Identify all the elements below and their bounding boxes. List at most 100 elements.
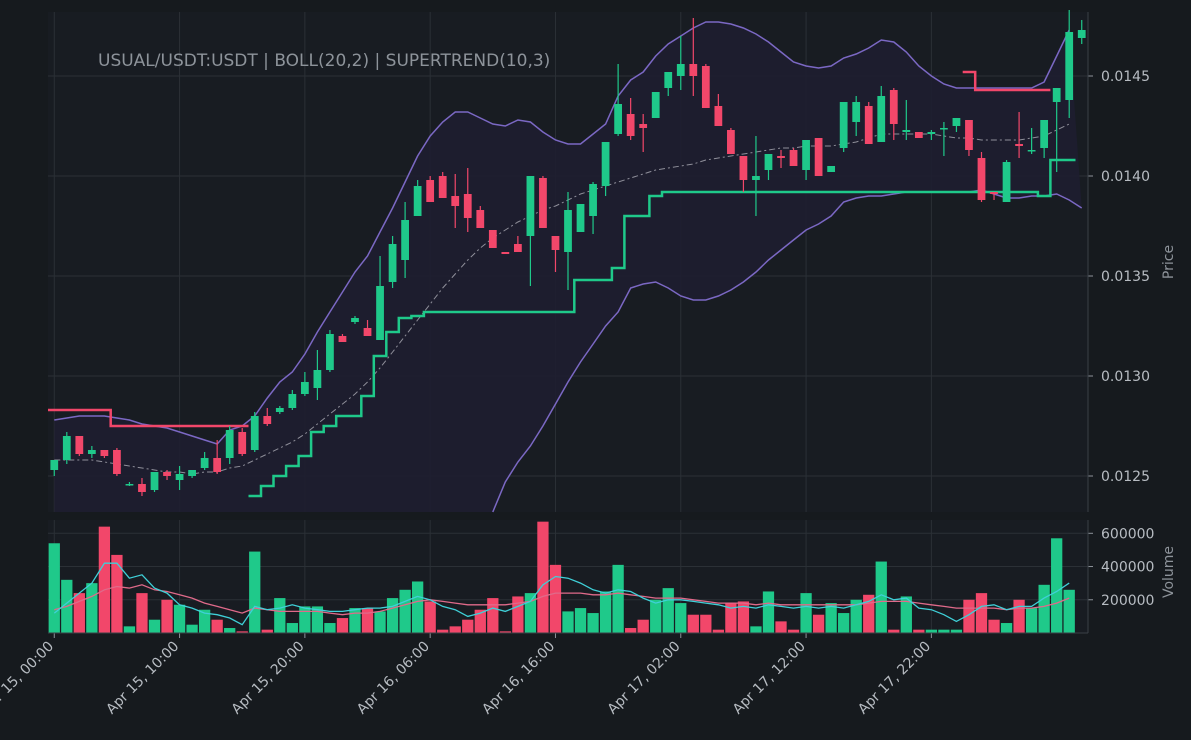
candle-body — [513, 244, 522, 252]
candle-body — [476, 210, 485, 228]
volume-bar — [574, 608, 587, 633]
candle-body — [125, 484, 134, 486]
candle-body — [927, 132, 936, 134]
volume-bar — [487, 598, 499, 633]
candle-body — [739, 156, 748, 180]
volume-bar — [675, 603, 687, 633]
volume-bar — [1063, 589, 1075, 633]
candle-body — [463, 194, 472, 218]
candle-body — [589, 184, 597, 216]
candle-body — [100, 450, 109, 456]
volume-bar — [1025, 608, 1038, 633]
candle-body — [626, 114, 635, 136]
candle-body — [977, 158, 986, 200]
candle-body — [852, 102, 861, 122]
candle-body — [50, 460, 59, 470]
candle-body — [889, 90, 898, 124]
candle-body — [564, 210, 572, 252]
volume-bar — [750, 626, 762, 633]
candle-body — [225, 430, 234, 458]
candle-body — [839, 102, 848, 148]
candle-body — [614, 104, 623, 134]
candle-body — [275, 408, 284, 412]
candle-body — [326, 334, 334, 370]
volume-bar — [424, 601, 436, 633]
volume-bar — [123, 626, 136, 633]
candle-body — [1052, 88, 1061, 102]
candle-body — [764, 154, 773, 170]
volume-tick-label: 400000 — [1101, 560, 1154, 576]
volume-bar — [186, 624, 198, 633]
volume-bar — [299, 606, 311, 633]
candle-body — [1002, 162, 1011, 202]
candle-body — [802, 140, 810, 170]
volume-bar — [1038, 584, 1050, 633]
candle-body — [401, 220, 409, 260]
candle-body — [288, 394, 297, 408]
volume-bar — [211, 619, 223, 633]
candle-body — [75, 436, 84, 454]
volume-bar — [637, 619, 649, 633]
volume-bar — [86, 583, 98, 633]
candle-body — [363, 328, 372, 336]
volume-bar — [111, 554, 123, 633]
candle-body — [87, 450, 96, 454]
volume-bar — [98, 526, 111, 633]
volume-bar — [224, 628, 236, 633]
volume-bar — [73, 593, 85, 633]
candle-body — [388, 244, 397, 282]
candle-body — [238, 432, 247, 454]
candle-body — [990, 192, 998, 194]
volume-bar — [662, 588, 674, 633]
candle-body — [864, 106, 873, 144]
candle-body — [113, 450, 121, 474]
price-tick-label: 0.0145 — [1101, 69, 1150, 85]
volume-bar — [462, 619, 474, 633]
volume-bar — [612, 564, 624, 633]
volume-bar — [349, 608, 361, 633]
volume-bar — [863, 594, 875, 633]
candle-body — [250, 416, 259, 450]
price-tick-label: 0.0130 — [1101, 369, 1150, 385]
candle-body — [676, 64, 685, 76]
volume-bar — [449, 626, 461, 633]
volume-bar — [988, 619, 1000, 633]
price-tick-label: 0.0125 — [1101, 469, 1150, 485]
volume-bar — [625, 628, 637, 633]
candle-body — [351, 318, 359, 322]
volume-bar — [1000, 623, 1013, 633]
price-tick-label: 0.0135 — [1101, 269, 1150, 285]
candle-body — [877, 96, 886, 142]
volume-tick-label: 200000 — [1101, 593, 1154, 609]
candle-body — [1077, 30, 1086, 38]
candle-body — [200, 458, 209, 468]
volume-bar — [48, 543, 60, 633]
candle-body — [601, 142, 610, 186]
candle-body — [664, 72, 673, 88]
candle-body — [338, 336, 347, 342]
volume-bar — [173, 604, 186, 633]
candle-body — [551, 236, 560, 250]
volume-bar — [412, 581, 424, 633]
candle-body — [952, 118, 961, 126]
candle-body — [188, 470, 196, 476]
volume-bar — [599, 591, 612, 633]
candle-body — [789, 150, 798, 166]
volume-bar — [524, 593, 537, 633]
candle-body — [940, 128, 948, 130]
volume-bar — [274, 598, 286, 633]
volume-bar — [1013, 599, 1025, 633]
candle-body — [714, 106, 723, 126]
chart-root: 0.0125 0.0130 0.0135 0.0140 0.0145 200000 4000… — [0, 0, 1191, 740]
candle-body — [1027, 150, 1036, 152]
volume-bar — [650, 599, 662, 633]
volume-bar — [1051, 538, 1063, 633]
candle-body — [263, 416, 272, 424]
candle-body — [827, 166, 836, 172]
candle-body — [689, 64, 698, 76]
volume-bar — [700, 614, 712, 633]
candle-body — [902, 130, 911, 132]
volume-axis-label: Volume — [1161, 546, 1177, 598]
candle-body — [727, 130, 735, 154]
volume-bar — [399, 589, 411, 633]
